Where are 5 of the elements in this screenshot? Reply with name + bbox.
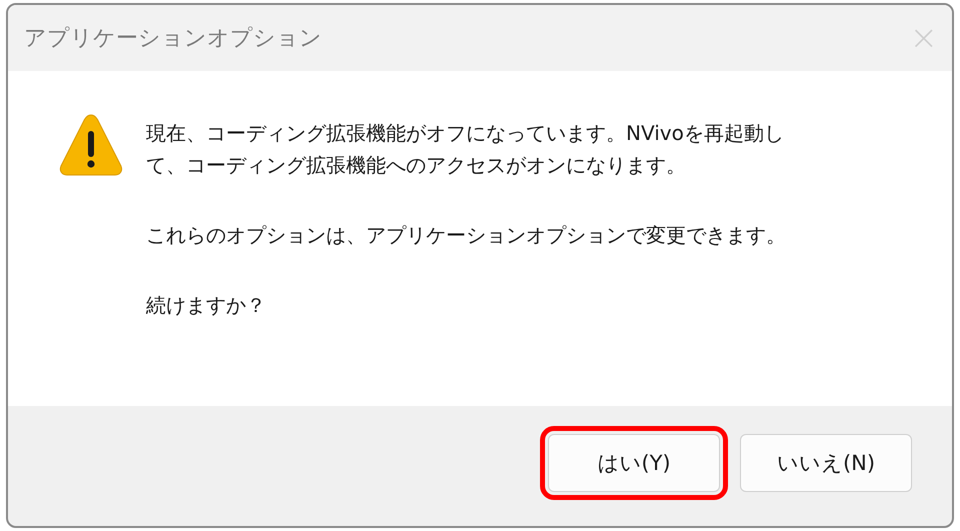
message-text: 続けますか？ bbox=[146, 292, 267, 319]
message-text: これらのオプションは、アプリケーションオプションで変更できます。 bbox=[146, 222, 787, 249]
no-button[interactable]: いいえ(N) bbox=[740, 434, 912, 492]
window-title: アプリケーションオプション bbox=[24, 25, 322, 53]
message-text: 現在、コーディング拡張機能がオフになっています。NVivoを再起動して、コーディング拡張機能へのアクセスがオンになります。 bbox=[146, 120, 785, 179]
